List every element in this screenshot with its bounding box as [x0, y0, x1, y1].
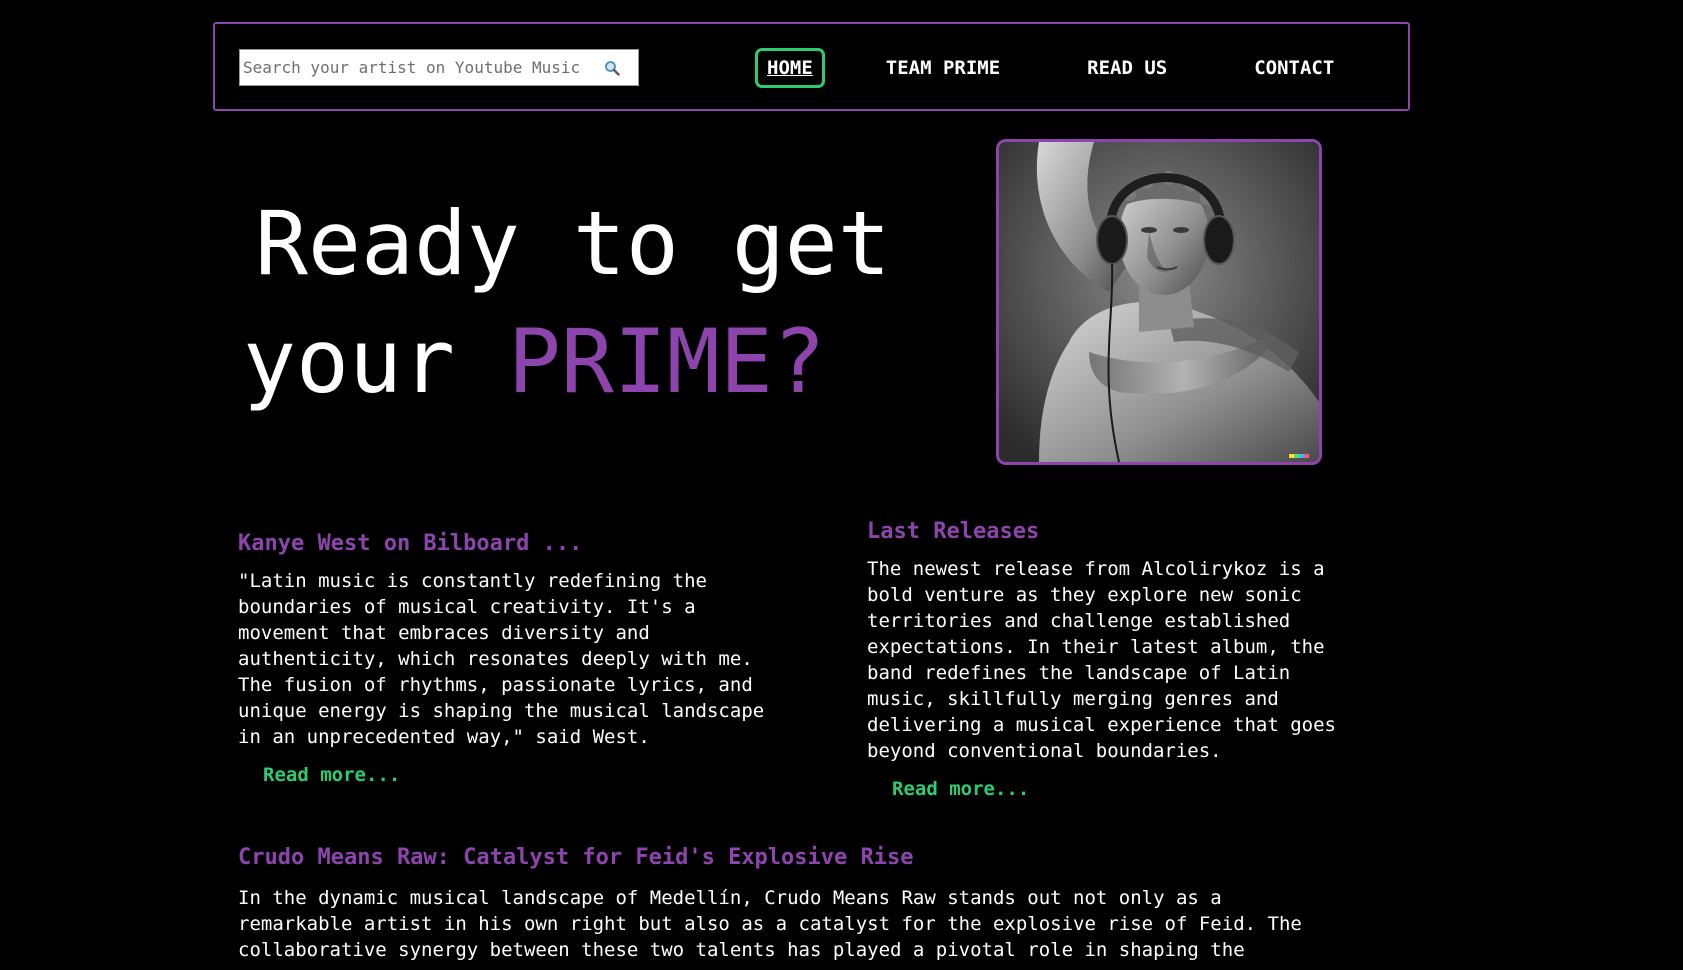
article-body: "Latin music is constantly redefining th… [238, 570, 765, 748]
article-title: Crudo Means Raw: Catalyst for Feid's Exp… [238, 845, 914, 870]
hero-title: Ready to get your PRIME? [243, 185, 891, 421]
read-more-link[interactable]: Read more... [892, 776, 1029, 802]
article-crudo-means-raw: Crudo Means Raw: Catalyst for Feid's Exp… [238, 844, 1438, 963]
hero-title-accent: PRIME? [507, 310, 826, 413]
search-icon[interactable] [603, 59, 621, 77]
nav-contact-link[interactable]: CONTACT [1254, 57, 1334, 79]
search-box[interactable] [239, 49, 639, 86]
read-more-link[interactable]: Read more... [263, 762, 400, 788]
main-nav: HOME TEAM PRIME READ US CONTACT [755, 47, 1334, 89]
article-last-releases: Last Releases The newest release from Al… [867, 518, 1387, 802]
hero-title-line-2: your PRIME? [243, 303, 891, 421]
nav-read-us-link[interactable]: READ US [1087, 57, 1167, 79]
hero-title-prefix: your [243, 310, 508, 413]
nav-home-link[interactable]: HOME [755, 48, 825, 88]
search-input[interactable] [243, 58, 603, 77]
hero-statue-image [996, 139, 1322, 465]
article-body: In the dynamic musical landscape of Mede… [238, 887, 1302, 961]
statue-headphones-illustration [999, 142, 1319, 462]
hero-title-line-1: Ready to get [255, 192, 891, 295]
site-header: HOME TEAM PRIME READ US CONTACT [213, 22, 1410, 111]
article-body: The newest release from Alcolirykoz is a… [867, 558, 1336, 762]
nav-team-prime-link[interactable]: TEAM PRIME [886, 57, 1000, 79]
article-title: Last Releases [867, 519, 1040, 544]
article-title: Kanye West on Bilboard ... [238, 531, 583, 556]
article-kanye-west: Kanye West on Bilboard ... "Latin music … [238, 530, 818, 788]
